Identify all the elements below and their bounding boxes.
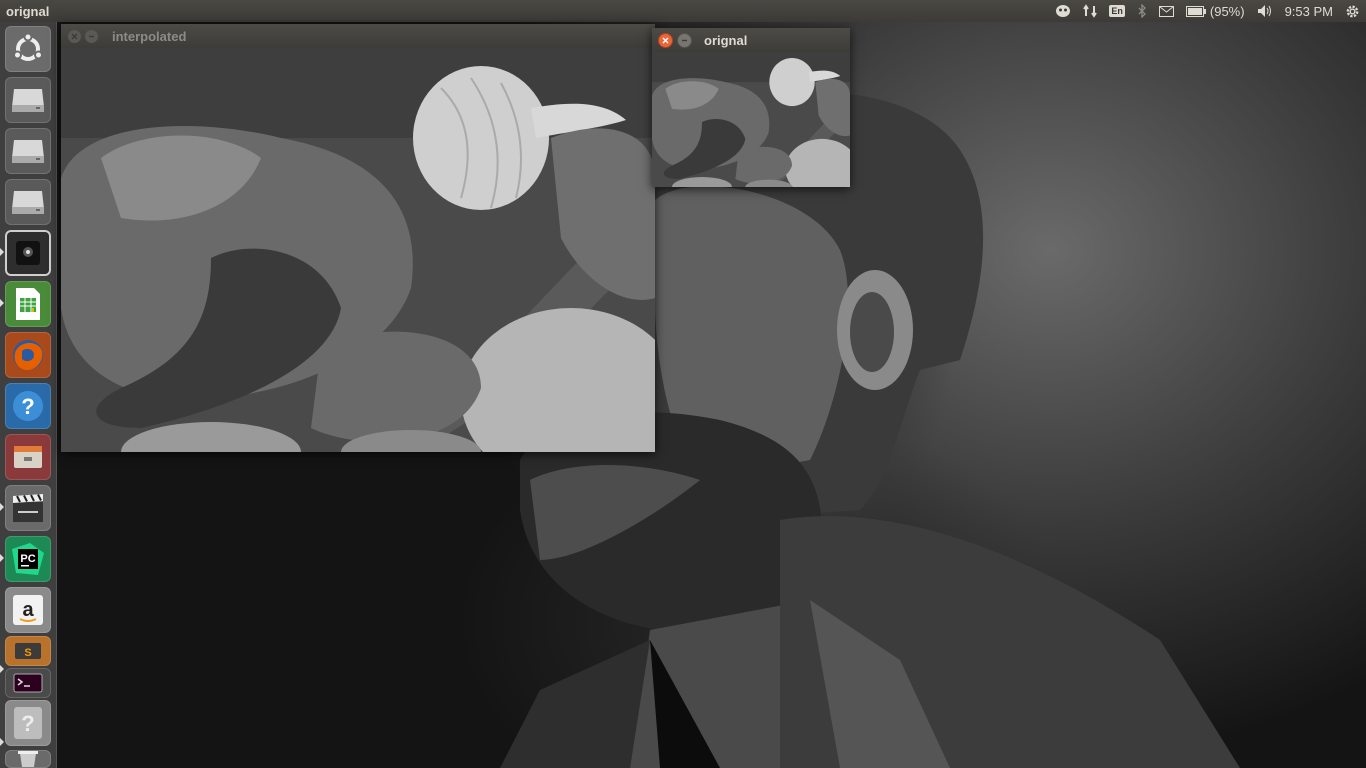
bluetooth-icon[interactable] [1131,0,1153,22]
launcher-sublime-text[interactable]: S [5,636,51,666]
titlebar-orignal[interactable]: orignal [652,28,850,52]
running-indicator [0,503,4,511]
launcher-unknown-app[interactable]: ? [5,700,51,746]
launcher-webcam-app[interactable] [5,230,51,276]
firefox-icon [13,340,43,371]
drive-icon [12,89,44,112]
titlebar-interpolated[interactable]: interpolated [61,24,655,48]
minimize-button[interactable] [677,32,692,48]
terminal-icon [13,673,43,693]
indicator-area: En (95%) 9:53 PM [1049,0,1366,22]
drive-icon [12,140,44,163]
window-title: interpolated [112,28,187,44]
close-icon [71,33,78,39]
original-image [652,52,850,187]
svg-text:?: ? [21,394,34,419]
active-app-title: orignal [6,3,50,19]
close-icon [662,37,669,43]
network-transfer-icon[interactable] [1077,0,1103,22]
launcher-help[interactable]: ? [5,383,51,429]
unknown-app-icon: ? [14,707,42,739]
drive-icon [12,191,44,214]
running-indicator [0,738,4,746]
ubuntu-dash-icon [13,32,43,61]
minimize-button[interactable] [85,29,98,43]
window-orignal[interactable]: orignal [652,28,850,187]
pidgin-indicator-icon[interactable] [1049,0,1077,22]
interpolated-image [61,48,655,452]
volume-icon[interactable] [1251,0,1279,22]
clock[interactable]: 9:53 PM [1279,0,1339,22]
keyboard-layout-indicator[interactable]: En [1103,0,1131,22]
window-interpolated[interactable]: interpolated [61,24,655,452]
launcher-amazon[interactable]: a [5,587,51,633]
launcher-firefox[interactable] [5,332,51,378]
close-button[interactable] [68,29,81,43]
dash-home-button[interactable] [5,26,51,72]
pycharm-icon: PC [12,543,44,575]
amazon-icon: a [13,595,43,625]
video-editor-icon [13,494,43,522]
battery-icon [1185,5,1206,17]
running-indicator [0,299,4,307]
session-gear-icon[interactable] [1339,0,1366,22]
launcher-video-editor[interactable] [5,485,51,531]
svg-text:?: ? [21,711,34,736]
trash-icon [18,751,38,767]
launcher-drive-1[interactable] [5,77,51,123]
webcam-icon [16,241,40,265]
svg-text:a: a [22,599,34,621]
launcher-pycharm[interactable]: PC [5,536,51,582]
libreoffice-calc-icon [16,288,40,320]
launcher-drive-3[interactable] [5,179,51,225]
launcher-libreoffice-calc[interactable] [5,281,51,327]
close-button[interactable] [658,32,673,48]
launcher-terminal[interactable] [5,668,51,698]
launcher-drive-2[interactable] [5,128,51,174]
sublime-text-icon: S [15,643,41,659]
launcher-files[interactable] [5,434,51,480]
svg-text:S: S [24,647,31,659]
minimize-icon [682,39,687,41]
minimize-icon [89,35,94,37]
battery-indicator[interactable]: (95%) [1180,0,1251,22]
running-indicator [0,554,4,562]
files-icon [14,446,42,468]
window-title: orignal [704,32,748,48]
mail-icon[interactable] [1153,0,1180,22]
running-indicator [0,248,4,256]
unity-launcher: ? PC a S ? [0,22,57,768]
running-indicator [0,665,4,673]
svg-text:PC: PC [20,553,35,565]
battery-percentage: (95%) [1209,3,1245,19]
help-icon: ? [13,391,43,421]
launcher-trash[interactable] [5,750,51,768]
top-panel: orignal En (95%) 9:53 PM [0,0,1366,22]
